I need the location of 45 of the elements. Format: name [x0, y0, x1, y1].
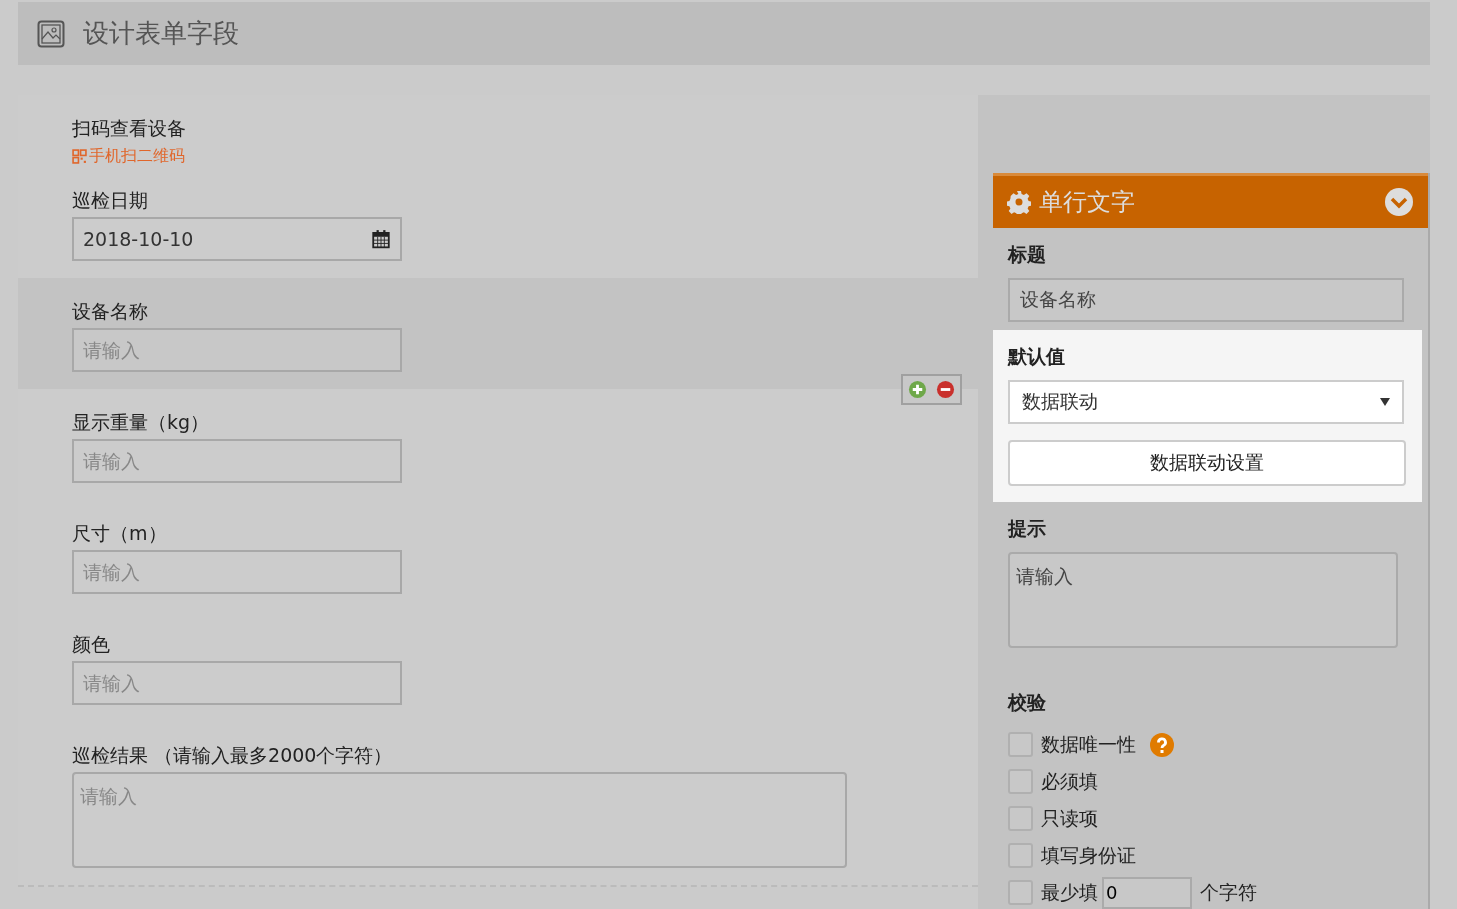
- checkbox-label: 数据唯一性: [1041, 731, 1136, 757]
- section-label: 校验: [1008, 690, 1047, 715]
- checkbox[interactable]: [1008, 769, 1033, 794]
- field-row[interactable]: 设备名称 请输入: [18, 278, 978, 389]
- min-length-field[interactable]: 0: [1102, 876, 1192, 909]
- field-label: 颜色: [72, 632, 111, 657]
- help-icon[interactable]: [1150, 732, 1174, 757]
- field-label: 设备名称: [72, 299, 149, 324]
- chevron-down-icon[interactable]: [1384, 187, 1414, 217]
- date-field[interactable]: 2018-10-10: [72, 217, 402, 261]
- data-link-settings-button[interactable]: 数据联动设置: [1008, 440, 1406, 486]
- field-label: 巡检结果 （请输入最多2000个字符）: [72, 743, 394, 768]
- field-label: 巡检日期: [72, 188, 149, 213]
- add-icon[interactable]: [908, 380, 927, 399]
- section-label: 提示: [1008, 516, 1047, 541]
- input-field[interactable]: 请输入: [72, 328, 402, 372]
- calendar-icon: [371, 229, 391, 249]
- unit-label: 个字符: [1200, 879, 1257, 905]
- checkbox[interactable]: [1008, 843, 1033, 868]
- field-label: 尺寸（m）: [72, 521, 168, 546]
- text-area[interactable]: 请输入: [72, 772, 847, 868]
- field-label: 显示重量（kg）: [72, 410, 211, 435]
- dropdown-caret-icon: [1380, 397, 1390, 407]
- checkbox-label: 填写身份证: [1041, 842, 1136, 868]
- section-label: 标题: [1008, 242, 1047, 267]
- title-field[interactable]: 设备名称: [1008, 278, 1404, 322]
- input-field[interactable]: 请输入: [72, 550, 402, 594]
- checkbox[interactable]: [1008, 732, 1033, 757]
- checkbox-label: 只读项: [1041, 805, 1098, 831]
- field-label: 扫码查看设备: [72, 116, 187, 141]
- panel-title: 单行文字: [1039, 187, 1136, 218]
- section-label: 默认值: [1008, 344, 1066, 369]
- hint-field[interactable]: 请输入: [1008, 552, 1398, 648]
- qr-code-icon: [72, 148, 87, 164]
- checkbox[interactable]: [1008, 806, 1033, 831]
- input-field[interactable]: 请输入: [72, 439, 402, 483]
- checkbox-label: 最少填: [1041, 879, 1098, 905]
- image-icon: [37, 19, 65, 48]
- gear-icon: [1007, 190, 1031, 214]
- input-field[interactable]: 请输入: [72, 661, 402, 705]
- checkbox-label: 必须填: [1041, 768, 1098, 794]
- checkbox[interactable]: [1008, 880, 1033, 905]
- remove-icon[interactable]: [936, 380, 955, 399]
- default-value-dropdown[interactable]: 数据联动: [1008, 380, 1404, 424]
- page-title: 设计表单字段: [83, 17, 239, 50]
